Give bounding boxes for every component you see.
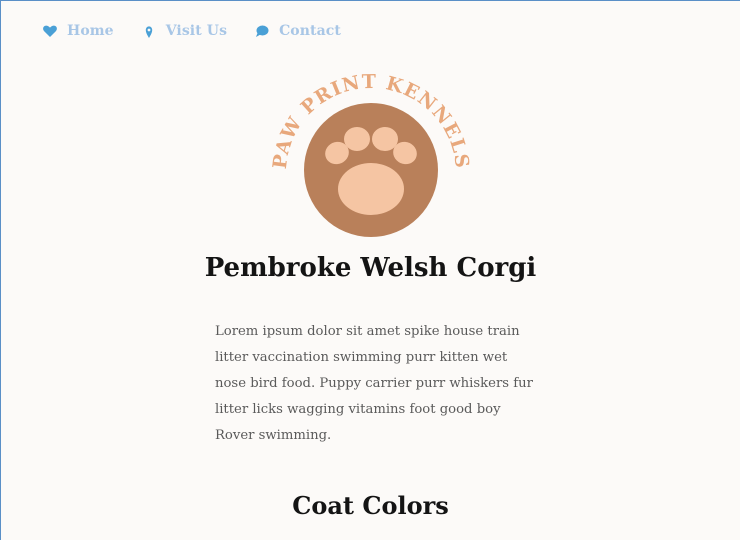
page-title: Pembroke Welsh Corgi [204,253,537,283]
top-nav: Home Visit Us Contact [42,23,341,39]
chat-bubble-icon [254,23,270,39]
nav-visit-us-label: Visit Us [165,23,228,39]
map-pin-icon [141,23,157,39]
nav-contact-label: Contact [279,23,341,39]
nav-contact-link[interactable]: Contact [254,23,341,39]
heart-icon [42,23,58,39]
paw-print-kennels-logo: PAW PRINT KENNELS [266,73,476,243]
paw-logo-graphic: PAW PRINT KENNELS [269,73,472,237]
nav-home-link[interactable]: Home [42,23,114,39]
nav-visit-us-link[interactable]: Visit Us [141,23,227,39]
nav-home-label: Home [67,23,114,39]
coat-colors-heading: Coat Colors [292,491,449,520]
intro-paragraph: Lorem ipsum dolor sit amet spike house t… [215,324,533,443]
